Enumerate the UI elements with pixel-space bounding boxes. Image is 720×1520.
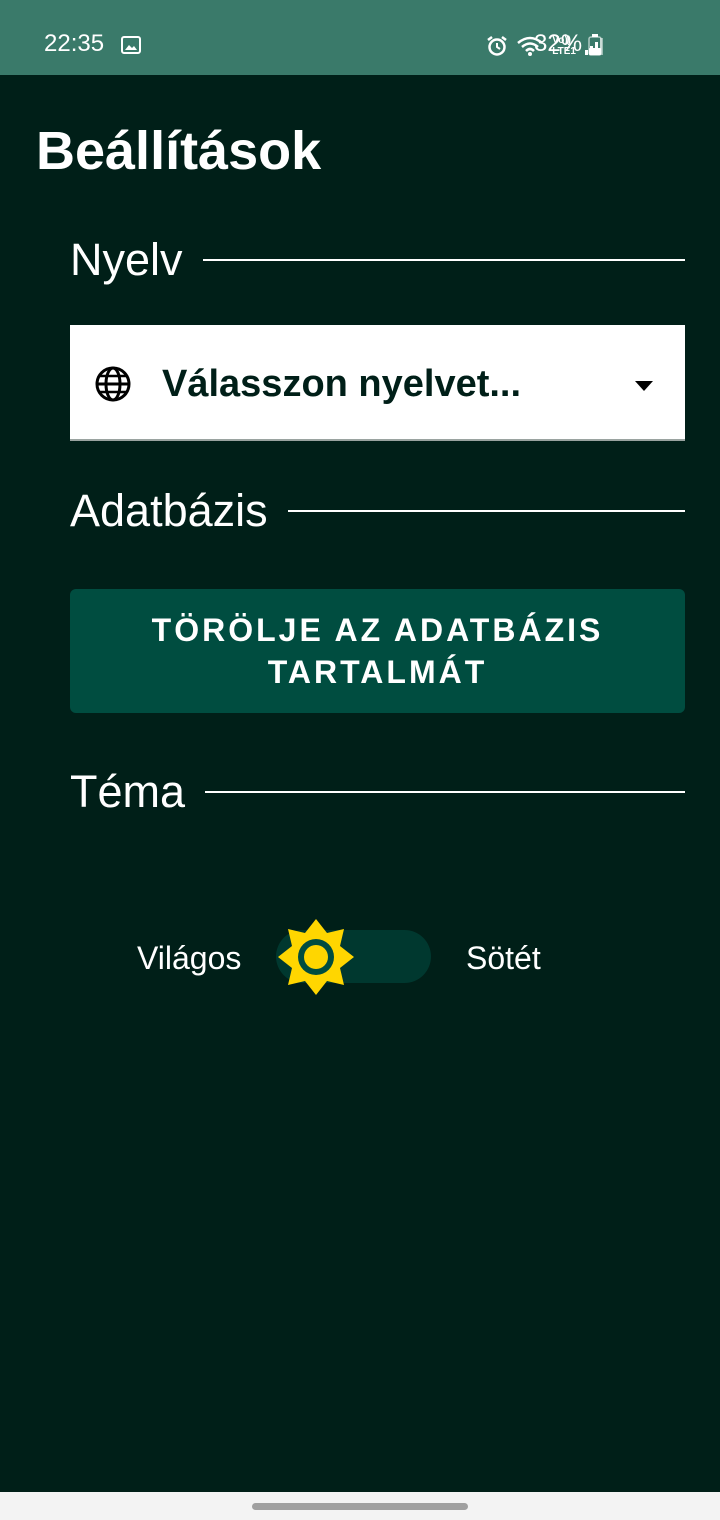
sun-icon[interactable] [274,915,358,999]
alarm-icon [486,35,508,57]
section-label-database: Adatbázis [70,485,268,536]
battery-percent: 32% [534,30,583,57]
language-select[interactable]: Válasszon nyelvet... [70,325,685,441]
clear-database-button[interactable]: TÖRÖLJE AZ ADATBÁZIS TARTALMÁT [70,589,685,713]
theme-light-label: Világos [137,940,242,976]
section-header-database: Adatbázis [70,481,685,541]
theme-toggle-row: Világos Sötét [0,910,720,1010]
section-label-theme: Téma [70,766,186,817]
status-time: 22:35 [44,30,105,57]
section-label-language: Nyelv [70,234,183,285]
section-divider [202,259,685,261]
image-icon [121,36,141,54]
chevron-down-icon [633,379,655,391]
home-gesture-handle[interactable] [252,1503,468,1510]
section-divider [287,510,685,512]
battery-icon [588,34,602,56]
section-divider [205,791,685,793]
theme-dark-label: Sötét [466,940,541,976]
section-header-theme: Téma [70,762,685,822]
section-header-language: Nyelv [70,230,685,290]
page-title: Beállítások [36,121,322,181]
language-select-value: Válasszon nyelvet... [162,363,522,405]
globe-icon [94,365,132,403]
status-bar: 22:35 Vo)) LTE1 32% [0,0,720,75]
navigation-bar [0,1492,720,1520]
